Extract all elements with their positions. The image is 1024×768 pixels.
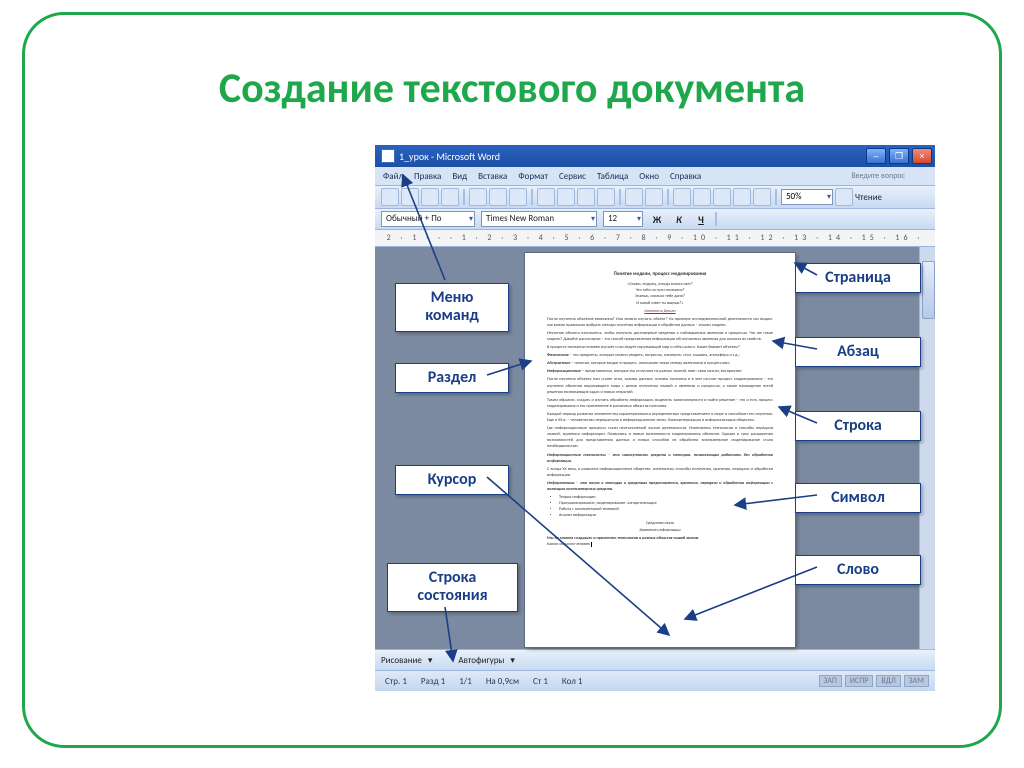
toolbar-button[interactable] — [621, 653, 635, 667]
menu-bar: Файл Правка Вид Вставка Формат Сервис Та… — [375, 167, 935, 185]
minimize-button[interactable]: – — [866, 148, 886, 164]
formatting-toolbar: Обычный + По Times New Roman 12 Ж К Ч — [375, 208, 935, 229]
status-at: На 0,9см — [486, 676, 519, 687]
close-button[interactable]: × — [912, 148, 932, 164]
font-combo[interactable]: Times New Roman — [481, 211, 597, 227]
window-caption: 1_урок - Microsoft Word — [399, 150, 500, 163]
toolbar-button[interactable] — [641, 653, 655, 667]
callout-cursor: Курсор — [395, 465, 509, 495]
font-size-combo[interactable]: 12 — [603, 211, 643, 227]
callout-section: Раздел — [395, 363, 509, 393]
toolbar-button[interactable] — [625, 188, 643, 206]
underline-button[interactable]: Ч — [693, 211, 709, 227]
toolbar-button[interactable] — [645, 188, 663, 206]
toolbar-button[interactable] — [381, 188, 399, 206]
menu-item[interactable]: Вставка — [478, 171, 507, 182]
slide-frame: Создание текстового документа 1_урок - M… — [22, 12, 1002, 748]
toolbar-button[interactable] — [489, 188, 507, 206]
read-mode-button[interactable]: Чтение — [855, 192, 882, 203]
toolbar-button[interactable] — [577, 188, 595, 206]
menu-item[interactable]: Формат — [518, 171, 548, 182]
indicator: ВДЛ — [876, 675, 900, 687]
status-pages: 1/1 — [459, 676, 472, 687]
indicator: ЗАП — [819, 675, 842, 687]
ask-question-box[interactable]: Введите вопрос — [851, 171, 905, 181]
indicator: ИСПР — [845, 675, 874, 687]
menu-item[interactable]: Окно — [639, 171, 659, 182]
toolbar-button[interactable] — [521, 653, 535, 667]
word-doc-icon — [381, 149, 395, 163]
status-bar: Стр. 1 Разд 1 1/1 На 0,9см Ст 1 Кол 1 ЗА… — [375, 670, 935, 691]
callout-symbol: Символ — [795, 483, 921, 513]
callout-line: Строка — [795, 411, 921, 441]
slide-title: Создание текстового документа — [25, 63, 999, 114]
zoom-combo[interactable]: 50% — [781, 189, 833, 205]
callout-word: Слово — [795, 555, 921, 585]
toolbar-button[interactable] — [693, 188, 711, 206]
standard-toolbar: 50% Чтение — [375, 185, 935, 208]
toolbar-button[interactable] — [713, 188, 731, 206]
status-col: Кол 1 — [562, 676, 583, 687]
window-titlebar: 1_урок - Microsoft Word – ❐ × — [375, 145, 935, 167]
toolbar-button[interactable] — [753, 188, 771, 206]
callout-paragraph: Абзац — [795, 337, 921, 367]
style-combo[interactable]: Обычный + По — [381, 211, 475, 227]
toolbar-button[interactable] — [441, 188, 459, 206]
callout-menu-commands: Менюкоманд — [395, 283, 509, 332]
status-section: Разд 1 — [421, 676, 445, 687]
status-line: Ст 1 — [533, 676, 548, 687]
align-button[interactable] — [763, 212, 777, 226]
toolbar-button[interactable] — [835, 188, 853, 206]
toolbar-button[interactable] — [421, 188, 439, 206]
italic-button[interactable]: К — [671, 211, 687, 227]
status-page: Стр. 1 — [385, 676, 407, 687]
toolbar-button[interactable] — [557, 188, 575, 206]
horizontal-ruler[interactable]: 2 · 1 · · · 1 · 2 · 3 · 4 · 5 · 6 · 7 · … — [375, 229, 935, 247]
toolbar-button[interactable] — [601, 653, 615, 667]
align-button[interactable] — [743, 212, 757, 226]
document-page[interactable]: Понятие модели, процесс моделирования «С… — [525, 253, 795, 647]
callout-status-bar: Строкасостояния — [387, 563, 518, 612]
autoshapes-menu[interactable]: Автофигуры — [458, 655, 504, 666]
callout-page: Страница — [795, 263, 921, 293]
toolbar-button[interactable] — [597, 188, 615, 206]
toolbar-button[interactable] — [581, 653, 595, 667]
menu-item[interactable]: Правка — [414, 171, 441, 182]
bold-button[interactable]: Ж — [649, 211, 665, 227]
menu-item[interactable]: Сервис — [559, 171, 586, 182]
word-screenshot: 1_урок - Microsoft Word – ❐ × Файл Правк… — [375, 145, 935, 685]
indicator: ЗАМ — [904, 675, 929, 687]
toolbar-button[interactable] — [673, 188, 691, 206]
align-button[interactable] — [723, 212, 737, 226]
vertical-scrollbar[interactable] — [919, 247, 935, 649]
maximize-button[interactable]: ❐ — [889, 148, 909, 164]
toolbar-button[interactable] — [733, 188, 751, 206]
toolbar-button[interactable] — [469, 188, 487, 206]
align-button[interactable] — [783, 212, 797, 226]
status-indicators: ЗАП ИСПР ВДЛ ЗАМ — [819, 675, 935, 687]
toolbar-button[interactable] — [541, 653, 555, 667]
menu-item[interactable]: Файл — [383, 171, 403, 182]
drawing-toolbar: Рисование ▾ Автофигуры ▾ — [375, 649, 935, 670]
menu-item[interactable]: Справка — [670, 171, 701, 182]
toolbar-button[interactable] — [561, 653, 575, 667]
toolbar-button[interactable] — [438, 653, 452, 667]
toolbar-button[interactable] — [401, 188, 419, 206]
scrollbar-thumb[interactable] — [922, 261, 935, 319]
toolbar-button[interactable] — [509, 188, 527, 206]
drawing-menu[interactable]: Рисование — [381, 655, 422, 666]
menu-item[interactable]: Таблица — [597, 171, 628, 182]
menu-item[interactable]: Вид — [452, 171, 467, 182]
toolbar-button[interactable] — [537, 188, 555, 206]
